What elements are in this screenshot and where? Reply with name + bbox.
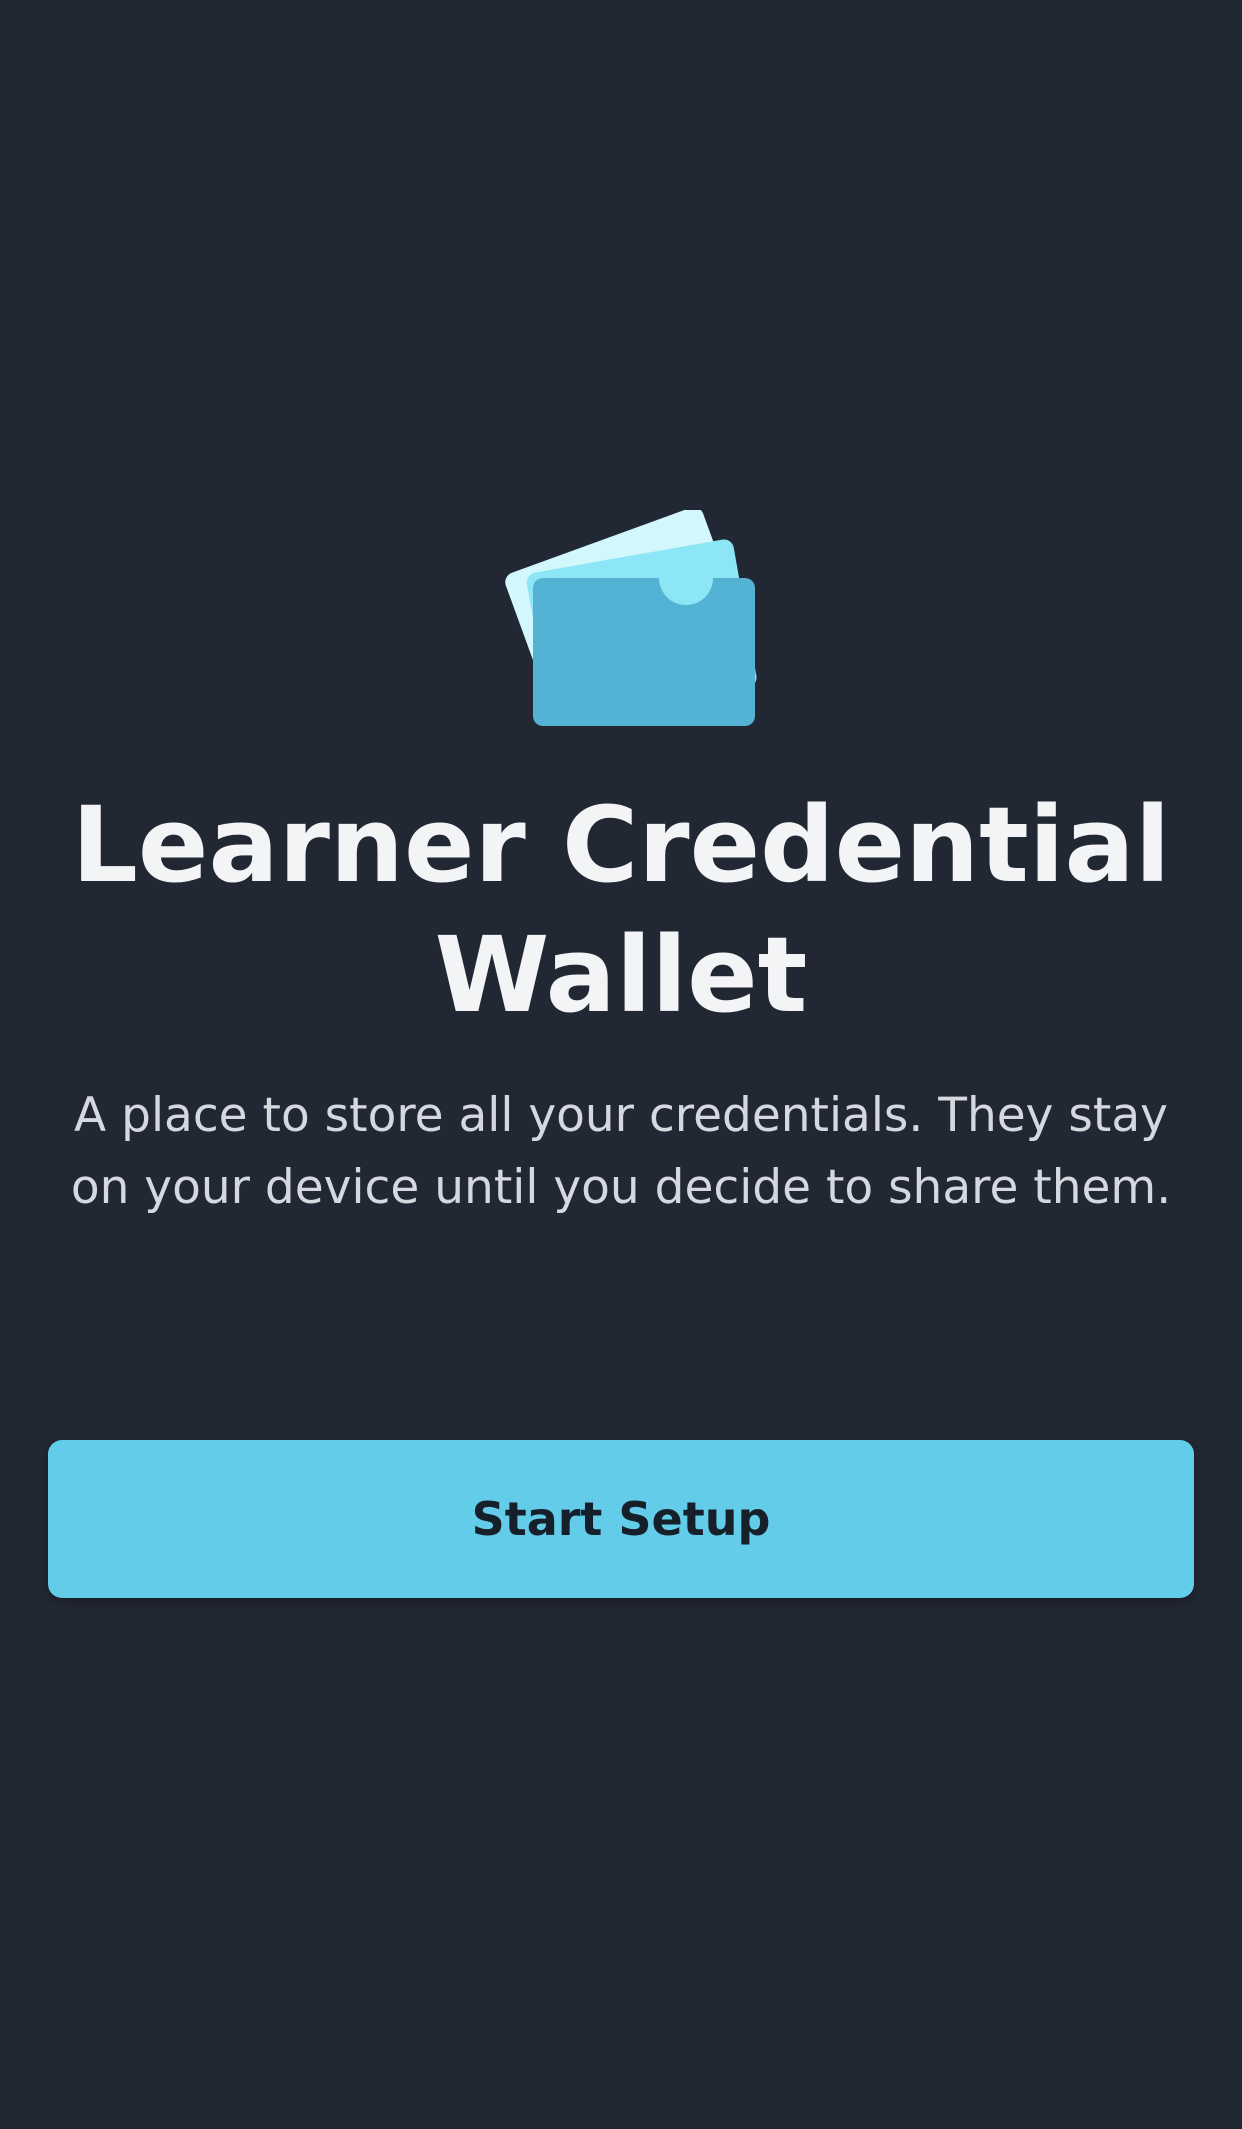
wallet-pocket-shape — [533, 578, 755, 726]
app-title-line-2: Wallet — [434, 914, 808, 1036]
app-description: A place to store all your credentials. T… — [70, 1088, 1172, 1215]
welcome-screen: Learner Credential Wallet A place to sto… — [0, 0, 1242, 2129]
start-setup-button[interactable]: Start Setup — [48, 1440, 1194, 1598]
app-title-line-1: Learner Credential — [71, 784, 1171, 906]
wallet-cards-icon — [505, 510, 757, 726]
start-setup-label: Start Setup — [471, 1492, 771, 1546]
app-title: Learner Credential Wallet — [0, 780, 1242, 1040]
